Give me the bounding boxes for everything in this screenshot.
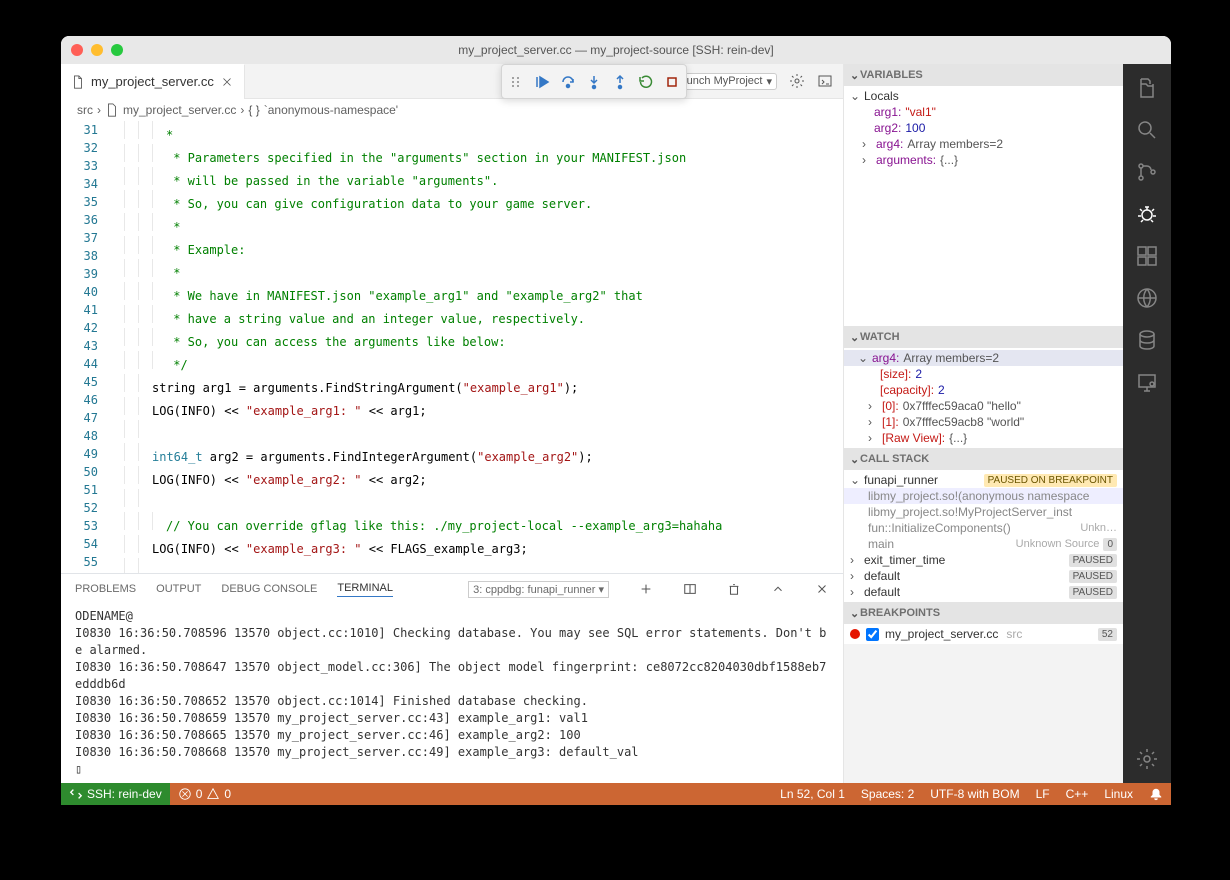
step-out-icon[interactable] [612, 74, 628, 90]
variable-row[interactable]: ›arguments: {...} [844, 152, 1123, 168]
window-minimize[interactable] [91, 44, 103, 56]
indent-status[interactable]: Spaces: 2 [853, 783, 922, 805]
callstack-header[interactable]: ⌄CALL STACK [844, 448, 1123, 470]
step-into-icon[interactable] [586, 74, 602, 90]
eol-status[interactable]: LF [1028, 783, 1058, 805]
variables-header[interactable]: ⌄VARIABLES [844, 64, 1123, 86]
file-icon [105, 103, 119, 117]
variables-scope[interactable]: ⌄Locals [844, 88, 1123, 104]
remote-window-icon[interactable] [1135, 370, 1159, 394]
breadcrumb[interactable]: src› my_project_server.cc› { } `anonymou… [61, 99, 843, 121]
variable-row[interactable]: arg1: "val1" [844, 104, 1123, 120]
ssh-status[interactable]: SSH: rein-dev [61, 783, 170, 805]
split-terminal-icon[interactable] [683, 582, 697, 596]
watch-row[interactable]: [capacity]: 2 [844, 382, 1123, 398]
watch-row[interactable]: [size]: 2 [844, 366, 1123, 382]
file-icon [71, 75, 85, 89]
explorer-icon[interactable] [1135, 76, 1159, 100]
stack-frame[interactable]: fun::InitializeComponents()Unkn… [844, 520, 1123, 536]
remote-explorer-icon[interactable] [1135, 286, 1159, 310]
status-bar: SSH: rein-dev 0 0 Ln 52, Col 1 Spaces: 2… [61, 783, 1171, 805]
panel-tabs: PROBLEMS OUTPUT DEBUG CONSOLE TERMINAL 3: cp… [61, 574, 843, 604]
code-editor[interactable]: 3132333435363738394041424344454647484950… [61, 121, 843, 573]
terminal-select[interactable]: 3: cppdbg: funapi_runner ▾ [468, 581, 609, 598]
plus-icon[interactable] [639, 582, 653, 596]
tab-file[interactable]: my_project_server.cc [61, 64, 245, 99]
continue-icon[interactable] [534, 74, 550, 90]
gear-icon[interactable] [789, 73, 805, 89]
breakpoint-row[interactable]: my_project_server.cc src52 [844, 626, 1123, 642]
search-icon[interactable] [1135, 118, 1159, 142]
debug-icon[interactable] [1135, 202, 1159, 226]
panel-tab-problems[interactable]: PROBLEMS [75, 583, 136, 595]
encoding-status[interactable]: UTF-8 with BOM [922, 783, 1027, 805]
variable-row[interactable]: ›arg4: Array members=2 [844, 136, 1123, 152]
stack-frame[interactable]: libmy_project.so!MyProjectServer_inst [844, 504, 1123, 520]
panel-tab-debug-console[interactable]: DEBUG CONSOLE [221, 583, 317, 595]
errors-status[interactable]: 0 0 [170, 783, 239, 805]
stack-frame[interactable]: mainUnknown Source0 [844, 536, 1123, 552]
cursor-position[interactable]: Ln 52, Col 1 [772, 783, 853, 805]
panel-tab-terminal[interactable]: TERMINAL [337, 582, 393, 597]
window-maximize[interactable] [111, 44, 123, 56]
debug-console-icon[interactable] [817, 73, 833, 89]
os-status[interactable]: Linux [1096, 783, 1141, 805]
callstack-thread[interactable]: ⌄funapi_runnerPAUSED ON BREAKPOINT [844, 472, 1123, 488]
watch-root[interactable]: ⌄arg4: Array members=2 [844, 350, 1123, 366]
source-control-icon[interactable] [1135, 160, 1159, 184]
breakpoint-checkbox[interactable] [866, 628, 879, 641]
titlebar: my_project_server.cc — my_project-source… [61, 36, 1171, 64]
grip-icon[interactable] [508, 74, 524, 90]
debug-toolbar[interactable] [501, 64, 687, 99]
breakpoints-header[interactable]: ⌄BREAKPOINTS [844, 602, 1123, 624]
terminal-output[interactable]: ODENAME@ I0830 16:36:50.708596 13570 obj… [61, 604, 843, 783]
watch-row[interactable]: ›[0]: 0x7fffec59aca0 "hello" [844, 398, 1123, 414]
stop-icon[interactable] [664, 74, 680, 90]
close-icon[interactable] [815, 582, 829, 596]
breadcrumb-symbol[interactable]: `anonymous-namespace' [264, 103, 398, 117]
step-over-icon[interactable] [560, 74, 576, 90]
language-status[interactable]: C++ [1058, 783, 1097, 805]
chevron-up-icon[interactable] [771, 582, 785, 596]
panel-tab-output[interactable]: OUTPUT [156, 583, 201, 595]
notifications-icon[interactable] [1141, 783, 1171, 805]
thread-row[interactable]: ›defaultPAUSED [844, 584, 1123, 600]
watch-row[interactable]: ›[Raw View]: {...} [844, 430, 1123, 446]
window-title: my_project_server.cc — my_project-source… [61, 43, 1171, 57]
thread-row[interactable]: ›defaultPAUSED [844, 568, 1123, 584]
window-close[interactable] [71, 44, 83, 56]
extensions-icon[interactable] [1135, 244, 1159, 268]
thread-row[interactable]: ›exit_timer_timePAUSED [844, 552, 1123, 568]
tab-label: my_project_server.cc [91, 74, 214, 89]
restart-icon[interactable] [638, 74, 654, 90]
variable-row[interactable]: arg2: 100 [844, 120, 1123, 136]
close-icon[interactable] [220, 75, 234, 89]
stack-frame[interactable]: libmy_project.so!(anonymous namespace [844, 488, 1123, 504]
database-icon[interactable] [1135, 328, 1159, 352]
settings-gear-icon[interactable] [1135, 747, 1159, 771]
watch-row[interactable]: ›[1]: 0x7fffec59acb8 "world" [844, 414, 1123, 430]
activity-bar [1123, 64, 1171, 783]
watch-header[interactable]: ⌄WATCH [844, 326, 1123, 348]
tab-bar: my_project_server.cc DEBUG [61, 64, 843, 99]
trash-icon[interactable] [727, 582, 741, 596]
breadcrumb-file[interactable]: my_project_server.cc [123, 103, 236, 117]
breadcrumb-folder[interactable]: src [77, 103, 93, 117]
